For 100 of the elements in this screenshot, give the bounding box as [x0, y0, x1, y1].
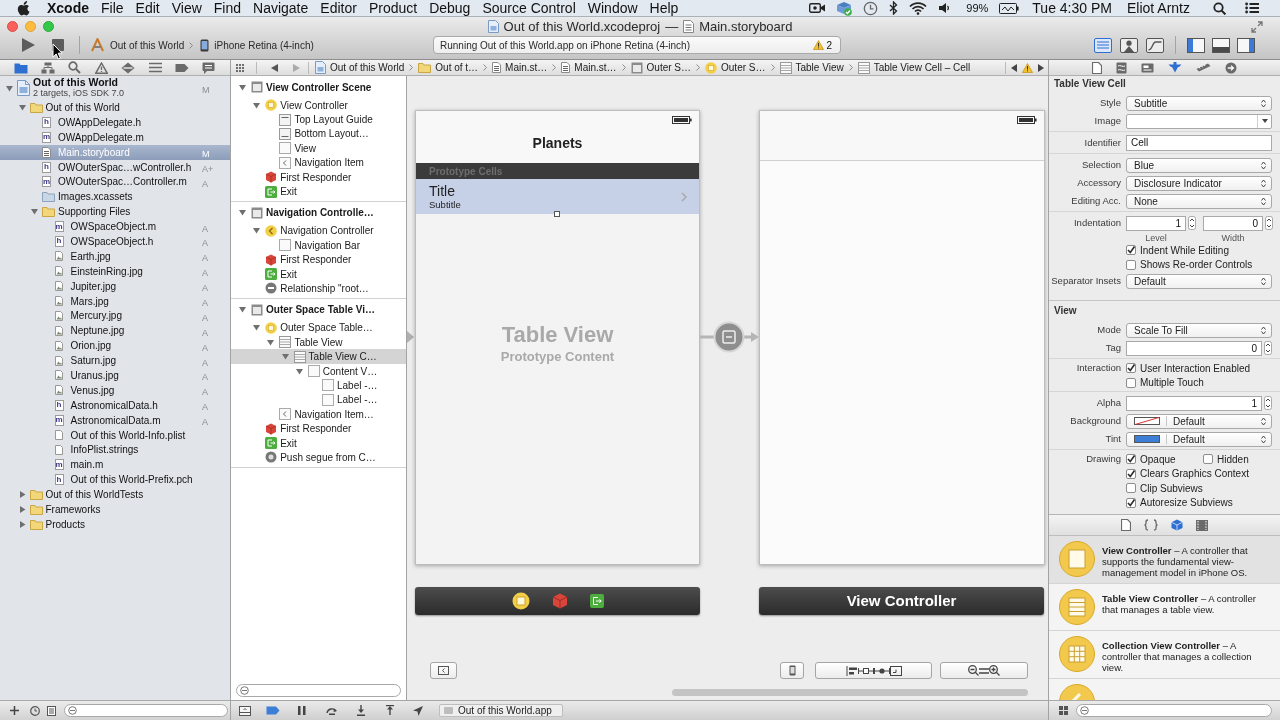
checkbox-label[interactable]: Opaque: [1140, 451, 1176, 467]
stepper-icon[interactable]: [1265, 216, 1273, 230]
outline-item[interactable]: Outer Space Table…: [280, 321, 373, 335]
menu-item[interactable]: Navigate: [247, 0, 315, 17]
checkbox-label[interactable]: Multiple Touch: [1140, 375, 1204, 391]
disclosure-triangle-icon[interactable]: [239, 209, 246, 217]
disclosure-triangle-icon[interactable]: [295, 367, 303, 375]
controller-icon[interactable]: [511, 592, 530, 610]
grid-view-icon[interactable]: [1059, 706, 1068, 715]
apple-icon[interactable]: [17, 0, 30, 16]
number-field[interactable]: 0: [1126, 340, 1262, 356]
bluetooth-icon[interactable]: [889, 1, 899, 15]
number-field[interactable]: 1: [1126, 215, 1186, 231]
scene-title[interactable]: Outer Space Table Vi…: [266, 302, 376, 318]
filter-field[interactable]: [64, 704, 228, 717]
navigator-item[interactable]: main.m: [70, 458, 104, 472]
play-icon[interactable]: [20, 37, 36, 53]
warning-count[interactable]: 2: [826, 37, 832, 53]
navigator-item[interactable]: AstronomicalData.h: [70, 398, 158, 412]
bottom-panel-icon[interactable]: [1212, 37, 1230, 53]
navigator-item[interactable]: Orion.jpg: [70, 339, 112, 353]
arrow-circle-icon[interactable]: [1225, 61, 1237, 74]
checkbox-label[interactable]: Indent While Editing: [1140, 242, 1229, 258]
outline-item[interactable]: Exit: [280, 185, 297, 199]
outline-item[interactable]: Bottom Layout…: [294, 127, 369, 141]
menu-item[interactable]: Window: [581, 0, 644, 17]
menu-item[interactable]: Product: [362, 0, 424, 17]
horizontal-scrollbar[interactable]: [672, 689, 1028, 696]
disclosure-triangle-icon[interactable]: [239, 306, 246, 314]
outline-item[interactable]: Navigation Controller: [280, 224, 374, 238]
clock-text[interactable]: Tue 4:30 PM: [1032, 0, 1112, 17]
number-field[interactable]: 1: [1126, 395, 1262, 411]
panel-toggle-icon[interactable]: [239, 705, 251, 716]
disclosure-triangle-icon[interactable]: [18, 103, 26, 111]
wave-document-icon[interactable]: [1116, 61, 1127, 74]
outline-item[interactable]: View: [294, 141, 316, 155]
resolve-icon[interactable]: [873, 665, 890, 676]
popup-button[interactable]: Subtitle: [1126, 95, 1272, 111]
tag-icon[interactable]: [174, 62, 189, 73]
user-name[interactable]: Eliot Arntz: [1126, 0, 1190, 17]
disclosure-triangle-icon[interactable]: [18, 491, 26, 499]
fullscreen-icon[interactable]: [1251, 20, 1263, 33]
navigator-item[interactable]: OWAppDelegate.m: [58, 130, 144, 144]
navigator-item[interactable]: OWSpaceObject.m: [70, 220, 157, 234]
disclosure-triangle-icon[interactable]: [253, 324, 261, 332]
location-arrow-icon[interactable]: [413, 705, 423, 716]
resize-handle-icon[interactable]: [554, 211, 560, 217]
braces-icon[interactable]: [1144, 519, 1158, 531]
navigator-item[interactable]: Products: [45, 517, 85, 531]
lines-document-icon[interactable]: [1094, 37, 1112, 53]
hierarchy-icon[interactable]: [41, 61, 56, 74]
filter-field[interactable]: [236, 684, 401, 697]
menu-item[interactable]: Editor: [314, 0, 363, 17]
disclosure-triangle-icon[interactable]: [18, 506, 26, 513]
resize-icon[interactable]: [889, 665, 902, 676]
pin-icon[interactable]: [857, 665, 874, 676]
checkbox[interactable]: [1126, 363, 1136, 374]
scene-title[interactable]: Navigation Controlle…: [266, 205, 374, 221]
menu-item[interactable]: Source Control: [476, 0, 582, 17]
disclosure-triangle-icon[interactable]: [253, 227, 261, 235]
navigator-item[interactable]: EinsteinRing.jpg: [70, 264, 143, 278]
checkbox-label[interactable]: Clip Subviews: [1140, 480, 1203, 496]
back-arrow-icon[interactable]: [271, 63, 278, 72]
navigator-item[interactable]: OWOuterSpac…Controller.m: [58, 175, 187, 189]
cube-icon[interactable]: [551, 593, 568, 609]
checkbox-label[interactable]: Hidden: [1217, 451, 1249, 467]
outline-item[interactable]: Push segue from C…: [280, 450, 376, 464]
outline-item[interactable]: Content V…: [322, 364, 378, 378]
navigator-item[interactable]: AstronomicalData.m: [70, 413, 161, 427]
menu-item[interactable]: Debug: [423, 0, 477, 17]
menu-item[interactable]: File: [95, 0, 130, 17]
grid-icon[interactable]: [236, 63, 246, 72]
checkbox[interactable]: [1203, 454, 1213, 465]
navigator-item[interactable]: InfoPlist.strings: [70, 443, 139, 457]
outline-toggle-button[interactable]: [430, 662, 457, 679]
volume-icon[interactable]: [938, 1, 951, 15]
navigator-item[interactable]: Out of this WorldTests: [45, 488, 144, 502]
jump-bar-item[interactable]: Main.st…: [561, 60, 617, 75]
scheme-selector[interactable]: Out of this World: [90, 37, 185, 53]
outline-item[interactable]: First Responder: [280, 422, 352, 436]
menu-item[interactable]: Help: [643, 0, 685, 17]
navigator-item[interactable]: Saturn.jpg: [70, 354, 117, 368]
navigator-item[interactable]: OWSpaceObject.h: [70, 234, 154, 248]
checkbox-label[interactable]: Autoresize Subviews: [1140, 495, 1233, 511]
project-name[interactable]: Out of this World: [33, 77, 125, 88]
color-popup[interactable]: Default: [1126, 413, 1272, 429]
disclosure-triangle-icon[interactable]: [239, 83, 246, 91]
lines-icon[interactable]: [148, 62, 162, 73]
navigator-item[interactable]: Images.xcassets: [58, 190, 133, 204]
navigator-item[interactable]: Out of this World-Prefix.pch: [70, 473, 193, 487]
navigator-item[interactable]: Venus.jpg: [70, 383, 115, 397]
navigator-item[interactable]: Uranus.jpg: [70, 368, 119, 382]
stepper-icon[interactable]: [1188, 216, 1196, 230]
clock-icon[interactable]: [863, 0, 879, 16]
outline-item[interactable]: First Responder: [280, 170, 352, 184]
destination-selector[interactable]: iPhone Retina (4-inch): [200, 37, 314, 53]
id-card-icon[interactable]: [1141, 62, 1154, 73]
file-icon[interactable]: [1092, 61, 1102, 74]
navigator-item[interactable]: OWOuterSpac…wController.h: [58, 160, 192, 174]
menu-item[interactable]: View: [165, 0, 208, 17]
